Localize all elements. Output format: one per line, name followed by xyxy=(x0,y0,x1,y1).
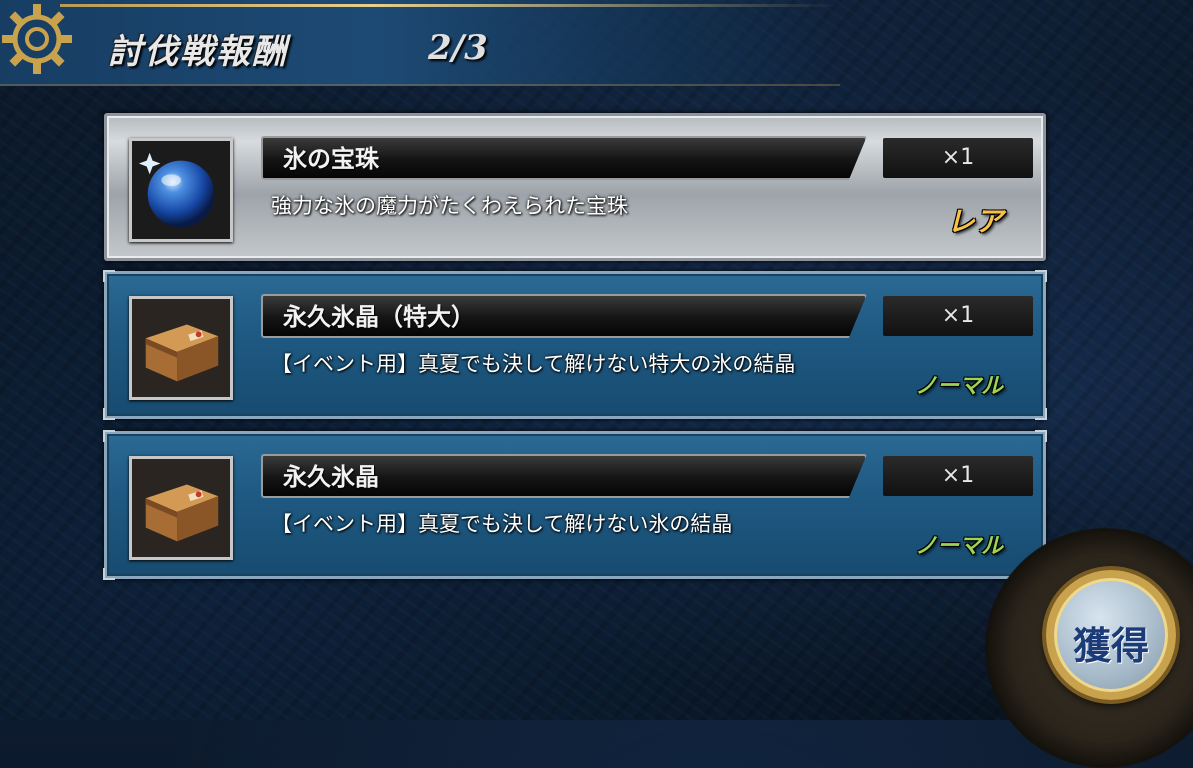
item-icon-frame xyxy=(129,456,233,560)
item-quantity: ×1 xyxy=(883,456,1033,496)
reward-row[interactable]: 永久氷晶（特大） ×1 【イベント用】真夏でも決して解けない特大の氷の結晶 ノー… xyxy=(103,270,1047,420)
gear-icon xyxy=(2,4,72,74)
item-icon-frame xyxy=(129,296,233,400)
acquire-button[interactable]: 獲得 xyxy=(1046,570,1176,700)
frame-corner xyxy=(1035,408,1047,420)
frame-corner xyxy=(103,270,115,282)
reward-row[interactable]: 永久氷晶 ×1 【イベント用】真夏でも決して解けない氷の結晶 ノーマル xyxy=(103,430,1047,580)
item-quantity: ×1 xyxy=(883,296,1033,336)
reward-row[interactable]: 氷の宝珠 ×1 強力な氷の魔力がたくわえられた宝珠 レア xyxy=(104,113,1046,261)
item-name: 氷の宝珠 xyxy=(261,136,867,180)
page-title: 討伐戦報酬 xyxy=(108,32,288,72)
blue-orb-icon xyxy=(132,141,230,239)
frame-corner xyxy=(1035,430,1047,442)
frame-corner xyxy=(1035,270,1047,282)
item-name: 永久氷晶（特大） xyxy=(261,294,867,338)
wooden-box-icon xyxy=(132,459,230,557)
acquire-button-label: 獲得 xyxy=(1072,623,1149,668)
header-bar: 討伐戦報酬 2/3 xyxy=(0,0,840,86)
rarity-badge: レア xyxy=(946,205,1003,238)
page-indicator: 2/3 xyxy=(428,28,488,68)
frame-corner xyxy=(103,408,115,420)
item-name: 永久氷晶 xyxy=(261,454,867,498)
item-quantity: ×1 xyxy=(883,138,1033,178)
wooden-box-icon xyxy=(132,299,230,397)
frame-corner xyxy=(103,430,115,442)
item-icon-frame xyxy=(129,138,233,242)
item-description: 【イベント用】真夏でも決して解けない特大の氷の結晶 xyxy=(271,352,796,376)
item-description: 強力な氷の魔力がたくわえられた宝珠 xyxy=(271,194,628,218)
header-ornament xyxy=(60,4,840,7)
rarity-badge: ノーマル xyxy=(914,374,1003,399)
rarity-badge: ノーマル xyxy=(914,534,1003,559)
item-description: 【イベント用】真夏でも決して解けない氷の結晶 xyxy=(271,512,733,536)
frame-corner xyxy=(103,568,115,580)
